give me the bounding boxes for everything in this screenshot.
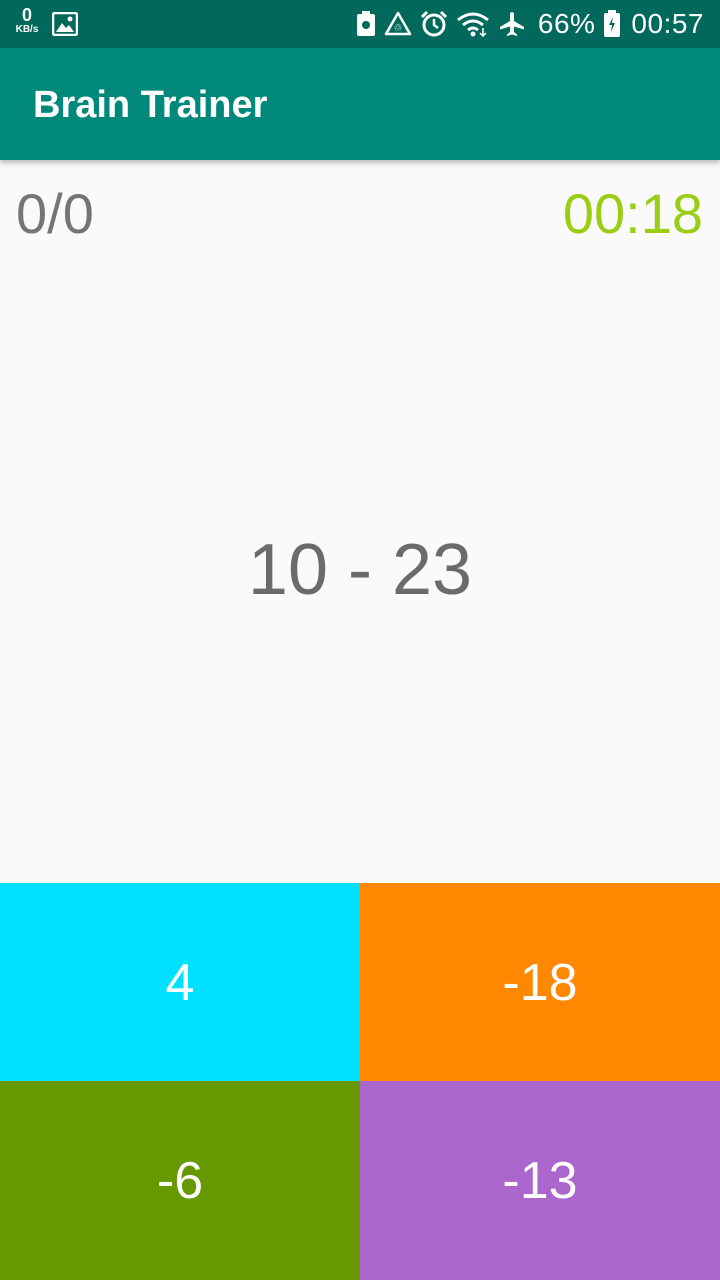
network-speed: 0 KB/s (12, 6, 42, 35)
status-bar: 0 KB/s ♲ 66% 00:57 (0, 0, 720, 48)
question-label: 10 - 23 (247, 530, 473, 610)
airplane-icon (498, 10, 526, 38)
answer-label: 4 (165, 953, 195, 1012)
image-icon (51, 11, 79, 41)
app-bar: Brain Trainer (0, 48, 720, 160)
answer-button-4[interactable]: -13 (360, 1081, 720, 1280)
status-right: ♲ 66% 00:57 (348, 0, 704, 48)
wifi-icon (456, 11, 490, 37)
clock: 00:57 (631, 8, 704, 39)
recycle-icon: ♲ (384, 11, 412, 37)
battery-icon (603, 10, 621, 38)
alarm-icon (420, 10, 448, 38)
status-left: 0 KB/s (12, 6, 79, 41)
nfc-icon (356, 11, 376, 37)
battery-percent: 66% (537, 8, 596, 39)
app-title: Brain Trainer (33, 84, 268, 126)
answer-label: -18 (502, 953, 578, 1012)
net-speed-value: 0 (21, 5, 32, 25)
answer-button-2[interactable]: -18 (360, 883, 720, 1082)
score-label: 0/0 (16, 182, 94, 245)
answer-label: -13 (502, 1151, 578, 1210)
timer-label: 00:18 (562, 182, 703, 245)
answer-label: -6 (156, 1151, 204, 1210)
svg-text:♲: ♲ (393, 23, 402, 34)
net-speed-unit: KB/s (15, 24, 39, 35)
answer-button-1[interactable]: 4 (0, 883, 360, 1082)
answer-button-3[interactable]: -6 (0, 1081, 360, 1280)
